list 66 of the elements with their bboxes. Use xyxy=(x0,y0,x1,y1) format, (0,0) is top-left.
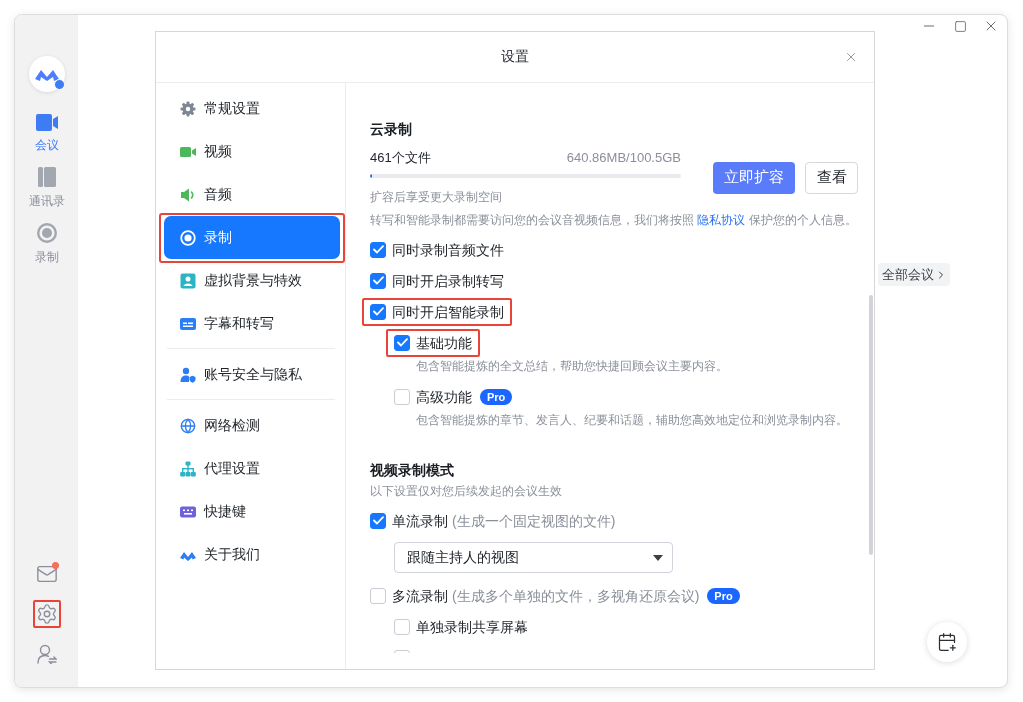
section-heading: 视频录制模式 xyxy=(370,461,455,480)
record-icon xyxy=(36,223,57,243)
settings-nav-item[interactable]: 常规设置 xyxy=(164,87,340,130)
scrollbar[interactable] xyxy=(869,295,873,555)
calendar-plus-icon xyxy=(937,632,957,652)
pro-badge: Pro xyxy=(707,587,740,604)
settings-nav-item[interactable]: 字幕和转写 xyxy=(164,302,340,345)
settings-nav-item[interactable]: 关于我们 xyxy=(164,533,340,576)
settings-nav-item[interactable]: 账号安全与隐私 xyxy=(164,353,340,396)
expand-button[interactable]: 立即扩容 xyxy=(713,161,795,194)
app-logo-icon xyxy=(28,56,65,92)
settings-nav-item[interactable]: 快捷键 xyxy=(164,490,340,533)
checkbox[interactable] xyxy=(394,334,410,351)
hierarchy-icon xyxy=(180,460,196,477)
privacy-note: 转写和智能录制都需要访问您的会议音视频信息，我们将按照 隐私协议 保护您的个人信息。 xyxy=(370,212,858,229)
option-label: 多流录制 xyxy=(392,586,448,606)
option-description: 包含智能提炼的全文总结，帮助您快捷回顾会议主要内容。 xyxy=(415,358,729,375)
privacy-link[interactable]: 隐私协议 xyxy=(697,213,746,227)
dialog-title: 设置 xyxy=(501,48,529,66)
portrait-icon xyxy=(180,272,196,289)
view-button[interactable]: 查看 xyxy=(805,161,858,194)
option-detail: (生成一个固定视图的文件) xyxy=(452,511,616,531)
checkbox[interactable] xyxy=(394,388,410,405)
video-camera-icon xyxy=(35,114,58,131)
mail-icon[interactable] xyxy=(35,563,58,585)
option-label: 同时开启录制转写 xyxy=(392,271,504,291)
settings-nav-item[interactable]: 录制 xyxy=(164,216,340,259)
section-note: 以下设置仅对您后续发起的会议生效 xyxy=(370,483,563,500)
all-meetings-button[interactable]: 全部会议 xyxy=(878,263,950,286)
settings-nav-item[interactable]: 音频 xyxy=(164,173,340,216)
option-description: 包含智能提炼的章节、发言人、纪要和话题，辅助您高效地定位和浏览录制内容。 xyxy=(415,412,849,429)
option-label: 同时开启智能录制 xyxy=(392,302,504,322)
record-icon xyxy=(180,229,196,246)
checkbox[interactable] xyxy=(370,303,386,320)
user-switch-icon[interactable] xyxy=(36,644,57,664)
option-label: 高级功能 xyxy=(416,387,472,407)
rail-nav-item[interactable]: 会议 xyxy=(34,112,59,154)
settings-nav-item[interactable]: 视频 xyxy=(164,130,340,173)
checkbox[interactable] xyxy=(394,618,410,635)
settings-nav-item[interactable]: 虚拟背景与特效 xyxy=(164,259,340,302)
option-label: 单流录制 xyxy=(392,511,448,531)
option-label: 基础功能 xyxy=(416,333,472,353)
option-detail: (生成多个单独的文件，多视角还原会议) xyxy=(452,586,700,606)
checkbox[interactable] xyxy=(370,587,386,604)
user-shield-icon xyxy=(180,366,196,383)
storage-usage: 640.86MB/100.5GB xyxy=(566,149,681,167)
pro-badge: Pro xyxy=(480,388,513,405)
caption-icon xyxy=(180,315,196,332)
checkbox[interactable] xyxy=(370,241,386,258)
speaker-icon xyxy=(180,186,196,203)
checkbox[interactable] xyxy=(370,512,386,529)
close-icon[interactable] xyxy=(844,50,858,64)
option-label: 同时录制音频文件 xyxy=(392,240,504,260)
gear-icon xyxy=(180,100,196,117)
section-heading: 云录制 xyxy=(370,120,413,139)
caret-down-icon xyxy=(653,554,663,561)
globe-icon xyxy=(180,417,196,434)
checkbox[interactable] xyxy=(370,272,386,289)
calendar-add-button[interactable] xyxy=(927,622,967,662)
storage-hint: 扩容后享受更大录制空间 xyxy=(370,189,503,206)
book-icon xyxy=(37,167,56,187)
settings-nav-item[interactable]: 网络检测 xyxy=(164,404,340,447)
settings-nav-item[interactable]: 代理设置 xyxy=(164,447,340,490)
option-label: 单独录制共享屏幕 xyxy=(416,617,528,637)
file-count: 461个文件 xyxy=(370,149,431,167)
view-select[interactable]: 跟随主持人的视图 xyxy=(394,542,673,573)
